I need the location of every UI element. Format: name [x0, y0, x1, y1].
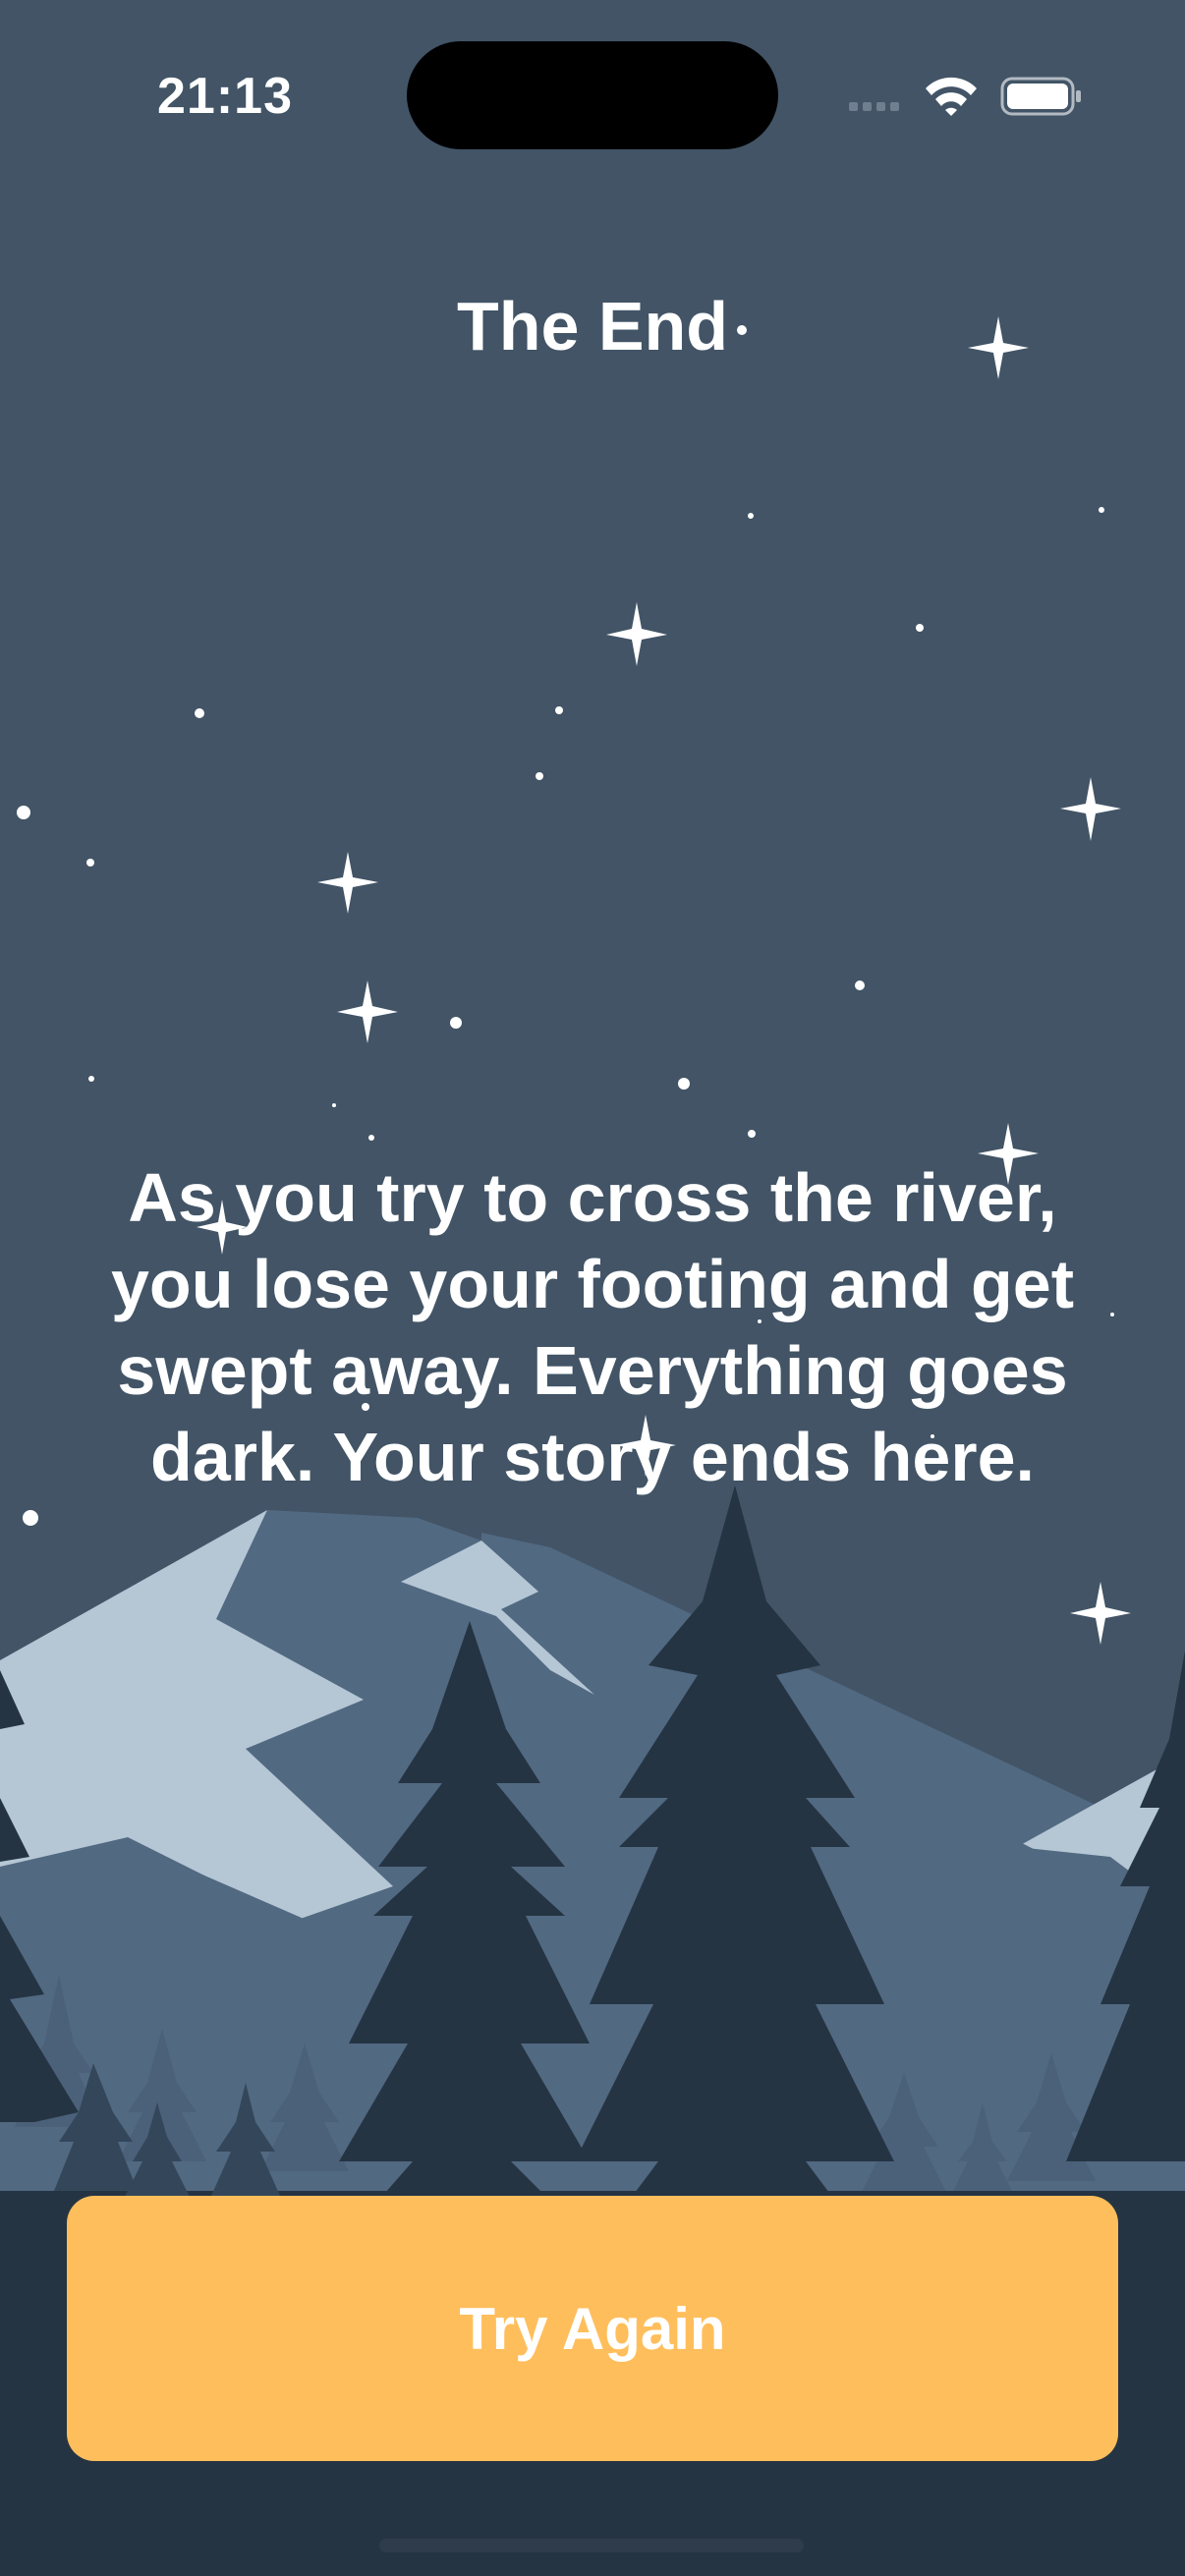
game-over-screen: 21:13 The End As you try to cross the ri… — [0, 0, 1185, 2576]
page-title: The End — [456, 288, 729, 364]
wifi-icon — [926, 77, 977, 116]
battery-icon — [1000, 77, 1081, 116]
cellular-signal-icon — [849, 102, 899, 111]
status-bar-time: 21:13 — [157, 68, 293, 125]
story-text: As you try to cross the river, you lose … — [111, 1159, 1074, 1495]
dynamic-island — [407, 41, 778, 149]
status-bar-icons — [849, 77, 1081, 116]
try-again-button[interactable]: Try Again — [67, 2196, 1118, 2461]
home-indicator[interactable] — [379, 2539, 804, 2552]
